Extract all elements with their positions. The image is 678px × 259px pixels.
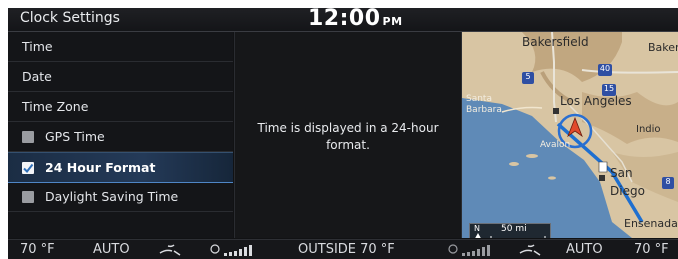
header-bar: Clock Settings 12:00 PM <box>8 8 678 32</box>
highway-shield-icon: 8 <box>662 177 674 189</box>
clock-display: 12:00 PM <box>308 8 403 31</box>
page-title: Clock Settings <box>20 10 120 26</box>
clock-time: 12:00 <box>308 8 381 31</box>
map-label-san-diego: San Diego <box>610 166 645 198</box>
compass-arrow-icon <box>475 233 481 238</box>
map-scale: N 50 mi <box>469 223 551 238</box>
map-label-santa-barbara: Santa Barbara <box>466 94 502 115</box>
scale-bar-icon <box>490 236 546 238</box>
menu-item-label: Daylight Saving Time <box>45 189 179 204</box>
left-climate-mode[interactable]: AUTO <box>93 242 130 257</box>
info-panel: Time is displayed in a 24-hour format. <box>234 32 462 238</box>
menu-item-label: 24 Hour Format <box>45 160 156 175</box>
map-image <box>462 32 678 238</box>
airflow-icon[interactable] <box>158 243 182 257</box>
map-scale-label: 50 mi <box>501 224 527 234</box>
menu-item-time[interactable]: Time <box>8 32 233 62</box>
highway-shield-icon: 5 <box>522 72 534 84</box>
airflow-icon[interactable] <box>518 243 542 257</box>
highway-shield-icon: 15 <box>602 84 616 96</box>
menu-item-label: Time Zone <box>22 99 89 114</box>
fan-speed-icon[interactable] <box>210 243 262 257</box>
outside-temperature: OUTSIDE 70 °F <box>298 242 395 257</box>
menu-item-daylight-saving-time[interactable]: Daylight Saving Time <box>8 182 233 212</box>
left-temperature[interactable]: 70 °F <box>20 242 55 257</box>
highway-shield-icon: 40 <box>598 64 612 76</box>
menu-item-label: Date <box>22 69 52 84</box>
menu-item-label: Time <box>22 39 53 54</box>
map-label-ensenada: Ensenada <box>624 217 678 230</box>
fan-speed-icon[interactable] <box>448 243 500 257</box>
climate-bar: 70 °F AUTO OUTSIDE 70 °F AUTO 70 °F <box>8 239 678 259</box>
menu-item-date[interactable]: Date <box>8 62 233 92</box>
checkbox-icon[interactable] <box>22 131 34 143</box>
menu-item-gps-time[interactable]: GPS Time <box>8 122 233 152</box>
map-label-los-angeles: Los Angeles <box>560 94 632 108</box>
map-label-avalon: Avalon <box>540 140 571 150</box>
map-label-baker: Baker <box>648 41 678 54</box>
menu-item-24-hour-format[interactable]: 24 Hour Format <box>8 152 233 183</box>
checkbox-icon[interactable] <box>22 191 34 203</box>
checkbox-checked-icon[interactable] <box>22 162 34 174</box>
clock-ampm: PM <box>382 15 403 28</box>
menu-item-time-zone[interactable]: Time Zone <box>8 92 233 122</box>
infotainment-screen: Clock Settings 12:00 PM Time Date Time Zo… <box>8 8 678 259</box>
map-label-indio: Indio <box>636 124 661 135</box>
menu-item-label: GPS Time <box>45 129 105 144</box>
settings-menu: Time Date Time Zone GPS Time 24 Hour For… <box>8 32 233 238</box>
compass-north-icon: N <box>474 224 480 233</box>
info-text: Time is displayed in a 24-hour format. <box>257 121 439 152</box>
map-label-bakersfield: Bakersfield <box>522 35 589 49</box>
right-temperature[interactable]: 70 °F <box>634 242 669 257</box>
right-climate-mode[interactable]: AUTO <box>566 242 603 257</box>
navigation-map[interactable]: Bakersfield Baker Los Angeles Santa Barb… <box>462 32 678 238</box>
